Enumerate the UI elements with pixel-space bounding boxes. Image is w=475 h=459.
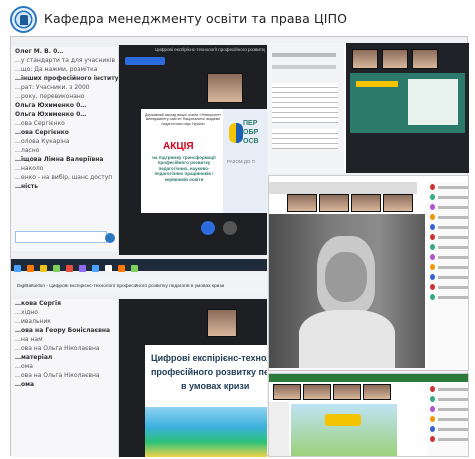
camera-icon[interactable] [223, 221, 237, 235]
zoom-window-top-left: Цифрові експірієнс-технології професійно… [119, 45, 267, 255]
chat-message: …енко - на вибір, шанс доступ [15, 174, 113, 181]
chat-message: …ова на Геору Боніслаєвна [15, 327, 111, 334]
participants-panel[interactable] [427, 182, 468, 368]
windows-taskbar [11, 259, 267, 272]
slide-headline-3: в умовах кризи [181, 381, 250, 391]
screen-share-bottom-right [268, 373, 469, 457]
chat-message: …що: Да нажми, розмітка [15, 66, 98, 73]
slide-side-panel: ПЕР ОБР ОСВ РАЗОМ ДО П [223, 109, 267, 213]
chat-message: …ова Сергієнко [15, 129, 69, 136]
share-status-badge[interactable] [125, 57, 165, 65]
chat-message: …ність [15, 183, 39, 190]
side-small-text: РАЗОМ ДО П [227, 159, 255, 164]
chat-message: …у стандарти та для учасників [15, 57, 116, 64]
chat-panel-top[interactable]: Олег М. В. 0… …у стандарти та для учасник… [11, 47, 119, 251]
browser-tab-title: DigiBaltukhin - Цифрові експірієнс-техно… [17, 284, 225, 289]
org-lines: Державний заклад вищої освіти «Університ… [145, 113, 221, 126]
participants-panel[interactable] [427, 384, 468, 456]
chat-message: Ольга Юхименко 0… [15, 102, 87, 109]
chat-message: …кова Сергія [15, 300, 61, 307]
chat-message: Ольга Юхименко 0… [15, 111, 87, 118]
zoom-window-middle-right [268, 175, 469, 371]
app-titlebar [269, 374, 468, 382]
participant-video [382, 49, 408, 69]
chat-message: …рат: Учасники. з 2000 [15, 84, 90, 91]
shared-slide [350, 73, 465, 133]
participant-video [412, 49, 438, 69]
participant-video [303, 384, 331, 400]
participant-video [319, 194, 349, 212]
university-logo-icon [10, 6, 37, 33]
side-big-text: ПЕР ОБР ОСВ [243, 120, 259, 145]
chat-message: …ома [15, 363, 33, 370]
chat-message: …матеріал [15, 354, 53, 361]
chat-message: …ова на Ольга Ніколаєвна [15, 372, 100, 379]
chat-message: …іщова Лімна Валеріївна [15, 156, 104, 163]
participant-video [363, 384, 391, 400]
slide-headline-2: професійного розвитку педа [151, 367, 267, 377]
header-bar: Кафедра менеджменту освіти та права ЦІПО [0, 0, 475, 40]
presentation-slide: Державний заклад вищої освіти «Університ… [141, 109, 267, 213]
slide-headline-1: Цифрові експірієнс-технол [151, 353, 267, 363]
participants-chat-list [268, 43, 344, 173]
main-speaker-video [269, 214, 425, 368]
browser-bar: DigiBaltukhin - Цифрові експірієнс-техно… [11, 273, 267, 295]
participant-video [352, 49, 378, 69]
chat-message: …інших професійного інституту [15, 75, 118, 82]
collage-frame: Олег М. В. 0… …у стандарти та для учасник… [10, 36, 469, 457]
chat-message: …ова на Ольга Ніколаєвна [15, 345, 100, 352]
chat-message: …на нам [15, 336, 43, 343]
chat-input[interactable] [15, 231, 107, 243]
chat-message: …олова Кукаріна [15, 138, 70, 145]
window-title: Цифрові експірієнс-технології професійно… [155, 47, 265, 52]
chat-message: …ома [15, 381, 35, 388]
participant-video [287, 194, 317, 212]
webinar-screen-top-right [268, 43, 469, 173]
slide-graphic [145, 407, 267, 457]
chat-message: …наколо [15, 165, 44, 172]
microphone-icon[interactable] [201, 221, 215, 235]
video-grid [346, 43, 469, 173]
zoom-window-bottom-left: Цифрові експірієнс-технол професійного р… [119, 299, 267, 457]
send-icon[interactable] [105, 233, 115, 243]
speaker-thumbnail [207, 309, 237, 337]
chat-message: …ласно [15, 147, 40, 154]
akcia-label: АКЦІЯ [163, 141, 194, 152]
screenshot-collage-page: Кафедра менеджменту освіти та права ЦІПО… [0, 0, 475, 459]
slide-thumbnails [269, 402, 289, 456]
akcia-body: на підтримку трансформації професійного … [152, 155, 216, 182]
participant-video [351, 194, 381, 212]
trident-logo-icon [229, 123, 243, 143]
participant-video [273, 384, 301, 400]
speaker-thumbnail [207, 73, 243, 103]
participant-video [333, 384, 361, 400]
page-title: Кафедра менеджменту освіти та права ЦІПО [44, 11, 348, 26]
chat-message: …року, перевиконано [15, 93, 85, 100]
chat-panel-bottom[interactable]: …кова Сергія …хідно …ивальник …ова на Геору… [11, 299, 119, 457]
chat-message: Олег М. В. 0… [15, 48, 64, 55]
gallery-strip [269, 182, 417, 194]
presentation-slide: Цифрові експірієнс-технол професійного р… [145, 345, 267, 457]
participant-video [383, 194, 413, 212]
chat-message: …ивальник [15, 318, 51, 325]
slide-canvas [291, 404, 397, 456]
chat-message: …хідно [15, 309, 38, 316]
chat-message: …ова Сергієнко [15, 120, 65, 127]
